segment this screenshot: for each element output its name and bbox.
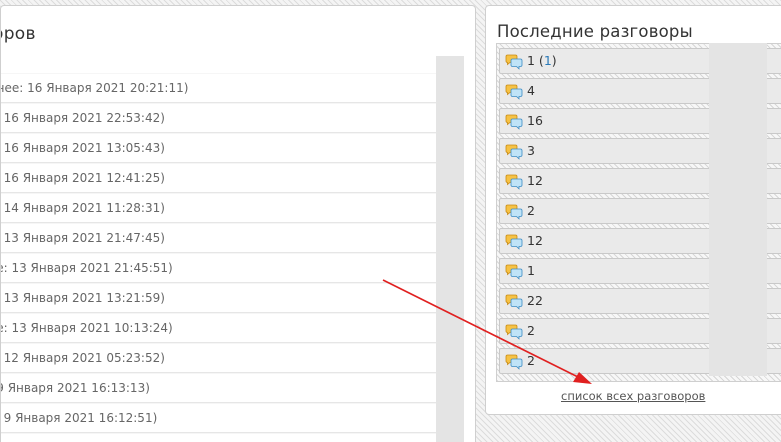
conversations-panel: оров еднее: 16 Января 2021 20:21:11)ее: … [0,5,476,442]
recent-conversations-title: Последние разговоры [497,22,693,41]
conversation-history-row[interactable]: ее: 16 Января 2021 12:41:25) [1,163,459,193]
conversation-preview-area [709,43,767,376]
message-count: 22 [527,293,543,308]
message-count: 4 [527,83,535,98]
conversation-history-row[interactable]: е: 9 Января 2021 16:13:13) [1,373,459,403]
message-count: 1 [527,263,535,278]
chat-bubbles-icon [505,84,523,100]
paren-close: ) [551,53,557,68]
panel-title: оров [1,24,36,44]
chat-bubbles-icon [505,54,523,70]
unread-count-link[interactable]: 1 [544,53,552,68]
conversation-history-row[interactable]: ее: 16 Января 2021 22:53:42) [1,103,459,133]
conversation-history-row[interactable]: е: 9 Января 2021 15:59:55) [1,433,459,442]
chat-bubbles-icon [505,144,523,160]
chat-bubbles-icon [505,204,523,220]
conversation-history-row[interactable]: ее: 13 Января 2021 21:47:45) [1,223,459,253]
conversation-history-list: еднее: 16 Января 2021 20:21:11)ее: 16 Ян… [1,73,459,442]
conversation-history-row[interactable]: еднее: 16 Января 2021 20:21:11) [1,73,459,103]
chat-bubbles-icon [505,324,523,340]
conversation-history-row[interactable]: ее: 9 Января 2021 16:12:51) [1,403,459,433]
message-count: 12 [527,173,543,188]
chat-bubbles-icon [505,294,523,310]
conversation-history-row[interactable]: нее: 13 Января 2021 10:13:24) [1,313,459,343]
message-count: 2 [527,203,535,218]
chat-bubbles-icon [505,114,523,130]
chat-bubbles-icon [505,174,523,190]
conversation-history-row[interactable]: ее: 13 Января 2021 13:21:59) [1,283,459,313]
conversation-history-row[interactable]: ее: 16 Января 2021 13:05:43) [1,133,459,163]
message-count: 12 [527,233,543,248]
scroll-area [436,56,464,442]
message-count: 16 [527,113,543,128]
conversation-history-row[interactable]: ее: 14 Января 2021 11:28:31) [1,193,459,223]
conversation-history-row[interactable]: ее: 12 Января 2021 05:23:52) [1,343,459,373]
message-count: 1 [527,53,535,68]
message-count: 2 [527,323,535,338]
message-count: 3 [527,143,535,158]
conversation-history-row[interactable]: нее: 13 Января 2021 21:45:51) [1,253,459,283]
all-conversations-link[interactable]: список всех разговоров [561,389,705,403]
paren-open: ( [534,53,544,68]
chat-bubbles-icon [505,354,523,370]
chat-bubbles-icon [505,234,523,250]
chat-bubbles-icon [505,264,523,280]
message-count: 2 [527,353,535,368]
